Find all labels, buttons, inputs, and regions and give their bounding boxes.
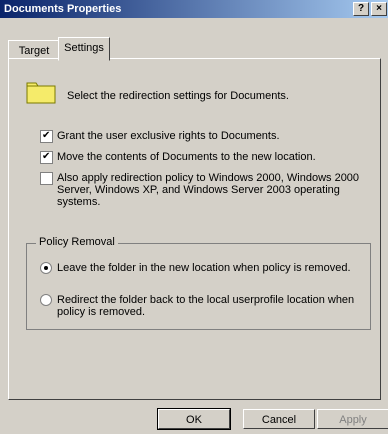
title-bar[interactable]: Documents Properties ? ×: [0, 0, 388, 18]
cancel-button[interactable]: Cancel: [243, 409, 315, 429]
move-contents-label: Move the contents of Documents to the ne…: [57, 151, 316, 163]
apply-policy-checkbox[interactable]: [40, 172, 53, 185]
exclusive-rights-label: Grant the user exclusive rights to Docum…: [57, 130, 280, 142]
apply-policy-label-line-3: systems.: [57, 196, 101, 208]
folder-icon: [26, 82, 56, 104]
apply-policy-label-line-1: Also apply redirection policy to Windows…: [57, 172, 360, 184]
intro-text: Select the redirection settings for Docu…: [67, 90, 289, 102]
redirect-back-label-line-1: Redirect the folder back to the local us…: [57, 294, 355, 306]
settings-panel: [8, 58, 381, 400]
apply-button[interactable]: Apply: [317, 409, 388, 429]
leave-folder-radio[interactable]: [40, 262, 52, 274]
leave-folder-label: Leave the folder in the new location whe…: [57, 262, 351, 274]
tab-target-label: Target: [18, 45, 50, 57]
redirect-back-radio[interactable]: [40, 294, 52, 306]
apply-policy-label-line-2: Server, Windows XP, and Windows Server 2…: [57, 184, 340, 196]
tab-settings[interactable]: Settings: [58, 37, 110, 61]
move-contents-checkbox[interactable]: [40, 150, 53, 164]
tab-target[interactable]: Target: [8, 40, 60, 58]
policy-removal-title: Policy Removal: [36, 236, 118, 248]
close-button[interactable]: ×: [371, 2, 387, 16]
ok-button[interactable]: OK: [157, 408, 231, 430]
tab-settings-label: Settings: [64, 42, 104, 54]
exclusive-rights-checkbox[interactable]: [40, 129, 53, 143]
redirect-back-label-line-2: policy is removed.: [57, 306, 146, 318]
help-button[interactable]: ?: [353, 2, 369, 16]
window-title: Documents Properties: [4, 3, 122, 15]
